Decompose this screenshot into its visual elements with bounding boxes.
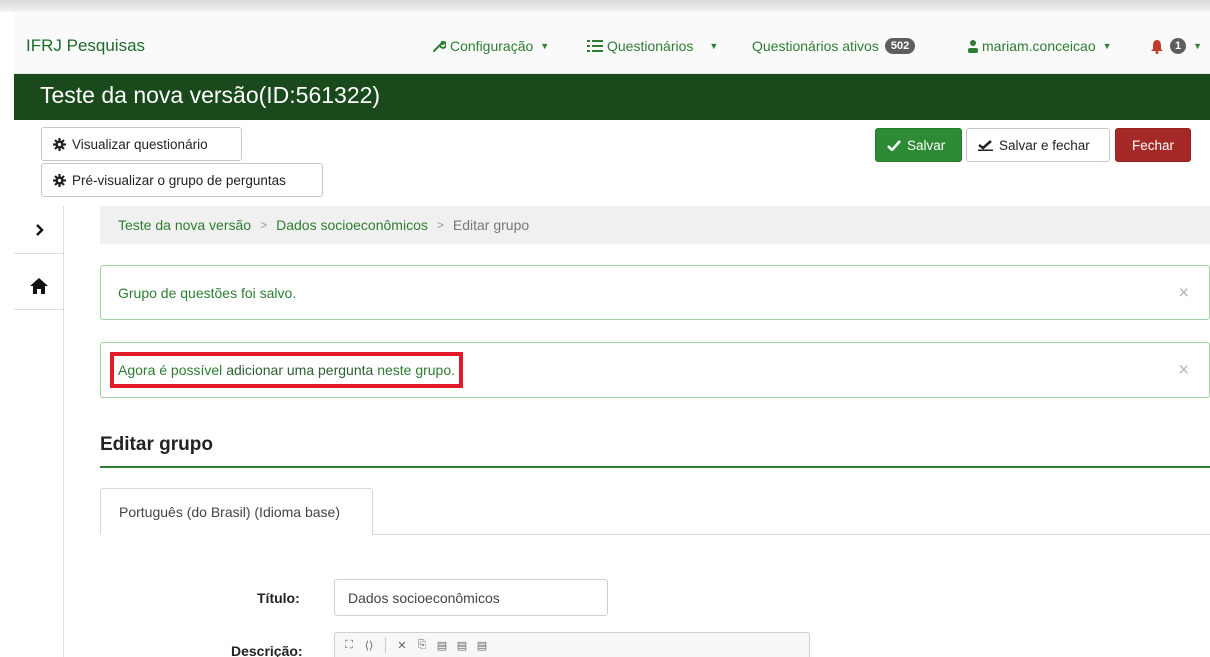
user-icon [968, 39, 978, 53]
menu-configuracao-label: Configuração [450, 38, 534, 54]
menu-ativos-label: Questionários ativos [752, 38, 879, 54]
close-alert-button[interactable]: × [1178, 360, 1189, 381]
group-saved-message: Grupo de questões foi salvo. [118, 284, 297, 301]
sidebar [14, 206, 64, 657]
titulo-input[interactable]: Dados socioeconômicos [334, 579, 608, 616]
check-icon [887, 139, 901, 151]
survey-title-bar: Teste da nova versão(ID:561322) [14, 74, 1210, 120]
salvar-fechar-label: Salvar e fechar [999, 137, 1090, 153]
toolbar-separator [385, 637, 386, 653]
chevron-down-icon: ▼ [1193, 41, 1203, 51]
descricao-label: Descrição: [231, 643, 303, 657]
menu-questionarios-label: Questionários [607, 38, 694, 54]
chevron-down-icon: ▼ [1102, 41, 1112, 51]
add-message-part1: Agora é possível [118, 362, 223, 378]
cut-icon[interactable]: ✕ [394, 637, 410, 653]
add-question-link[interactable]: adicionar uma pergunta [226, 362, 373, 378]
group-saved-alert: Grupo de questões foi salvo. × [100, 265, 1210, 320]
tab-bar-line [372, 534, 1210, 535]
breadcrumb-group-link[interactable]: Dados socioeconômicos [276, 217, 428, 233]
visualizar-questionario-button[interactable]: Visualizar questionário [41, 127, 242, 161]
copy-icon[interactable]: ⎘ [414, 637, 430, 653]
tab-language-label: Português (do Brasil) (Idioma base) [119, 503, 340, 520]
paste-word-icon[interactable]: ▤ [474, 637, 490, 653]
descricao-editor[interactable]: ⛶ ⟨⟩ ✕ ⎘ ▤ ▤ ▤ [334, 632, 810, 657]
fechar-button[interactable]: Fechar [1115, 128, 1191, 162]
notifications-count-badge: 1 [1170, 38, 1187, 54]
salvar-label: Salvar [907, 137, 946, 153]
editor-toolbar: ⛶ ⟨⟩ ✕ ⎘ ▤ ▤ ▤ [341, 637, 490, 653]
source-icon[interactable]: ⟨⟩ [361, 637, 377, 653]
fechar-label: Fechar [1131, 137, 1175, 153]
add-message-part3: neste grupo. [377, 362, 456, 378]
list-icon [587, 40, 603, 52]
titulo-input-value: Dados socioeconômicos [348, 589, 500, 606]
menu-user-label: mariam.conceicao [982, 38, 1096, 54]
brand-link[interactable]: IFRJ Pesquisas [26, 36, 145, 56]
breadcrumb-separator: > [260, 218, 268, 232]
menu-configuracao[interactable]: Configuração ▼ [432, 38, 549, 54]
menu-questionarios[interactable]: Questionários ▼ [587, 38, 718, 54]
menu-questionarios-ativos[interactable]: Questionários ativos 502 [752, 38, 916, 54]
tab-language-base[interactable]: Português (do Brasil) (Idioma base) [100, 488, 373, 535]
highlighted-message-box: Agora é possível adicionar uma pergunta … [110, 352, 464, 388]
top-navbar: IFRJ Pesquisas Configuração ▼ Questionár… [14, 12, 1210, 74]
page-title: Teste da nova versão(ID:561322) [40, 82, 381, 108]
breadcrumb-separator: > [436, 218, 444, 232]
gear-icon [53, 137, 66, 151]
close-alert-button[interactable]: × [1178, 282, 1189, 303]
titulo-label: Título: [257, 590, 300, 606]
paste-icon[interactable]: ▤ [434, 637, 450, 653]
chevron-down-icon: ▼ [709, 41, 719, 51]
gear-icon [53, 173, 66, 187]
menu-notifications[interactable]: 1 ▼ [1150, 38, 1202, 54]
section-divider [100, 466, 1210, 468]
breadcrumb: Teste da nova versão > Dados socioeconôm… [100, 206, 1210, 244]
window-frame [0, 0, 1210, 12]
maximize-icon[interactable]: ⛶ [341, 637, 357, 653]
save-close-icon [978, 140, 993, 151]
paste-text-icon[interactable]: ▤ [454, 637, 470, 653]
menu-user[interactable]: mariam.conceicao ▼ [968, 38, 1112, 54]
home-button[interactable] [14, 262, 64, 310]
ativos-count-badge: 502 [884, 38, 916, 54]
salvar-e-fechar-button[interactable]: Salvar e fechar [966, 128, 1110, 162]
chevron-right-icon [35, 223, 44, 236]
salvar-button[interactable]: Salvar [875, 128, 962, 162]
breadcrumb-survey-link[interactable]: Teste da nova versão [118, 217, 251, 233]
home-icon [30, 277, 48, 294]
breadcrumb-current: Editar grupo [452, 217, 530, 233]
bell-icon [1151, 39, 1163, 54]
visualizar-label: Visualizar questionário [72, 136, 208, 152]
section-title: Editar grupo [100, 434, 213, 455]
pre-visualizar-grupo-button[interactable]: Pré-visualizar o grupo de perguntas [41, 163, 323, 197]
add-question-alert: Agora é possível adicionar uma pergunta … [100, 342, 1210, 398]
chevron-down-icon: ▼ [540, 41, 550, 51]
expand-sidebar-button[interactable] [14, 206, 64, 254]
wrench-icon [433, 40, 446, 52]
pre-visualizar-label: Pré-visualizar o grupo de perguntas [72, 172, 286, 188]
